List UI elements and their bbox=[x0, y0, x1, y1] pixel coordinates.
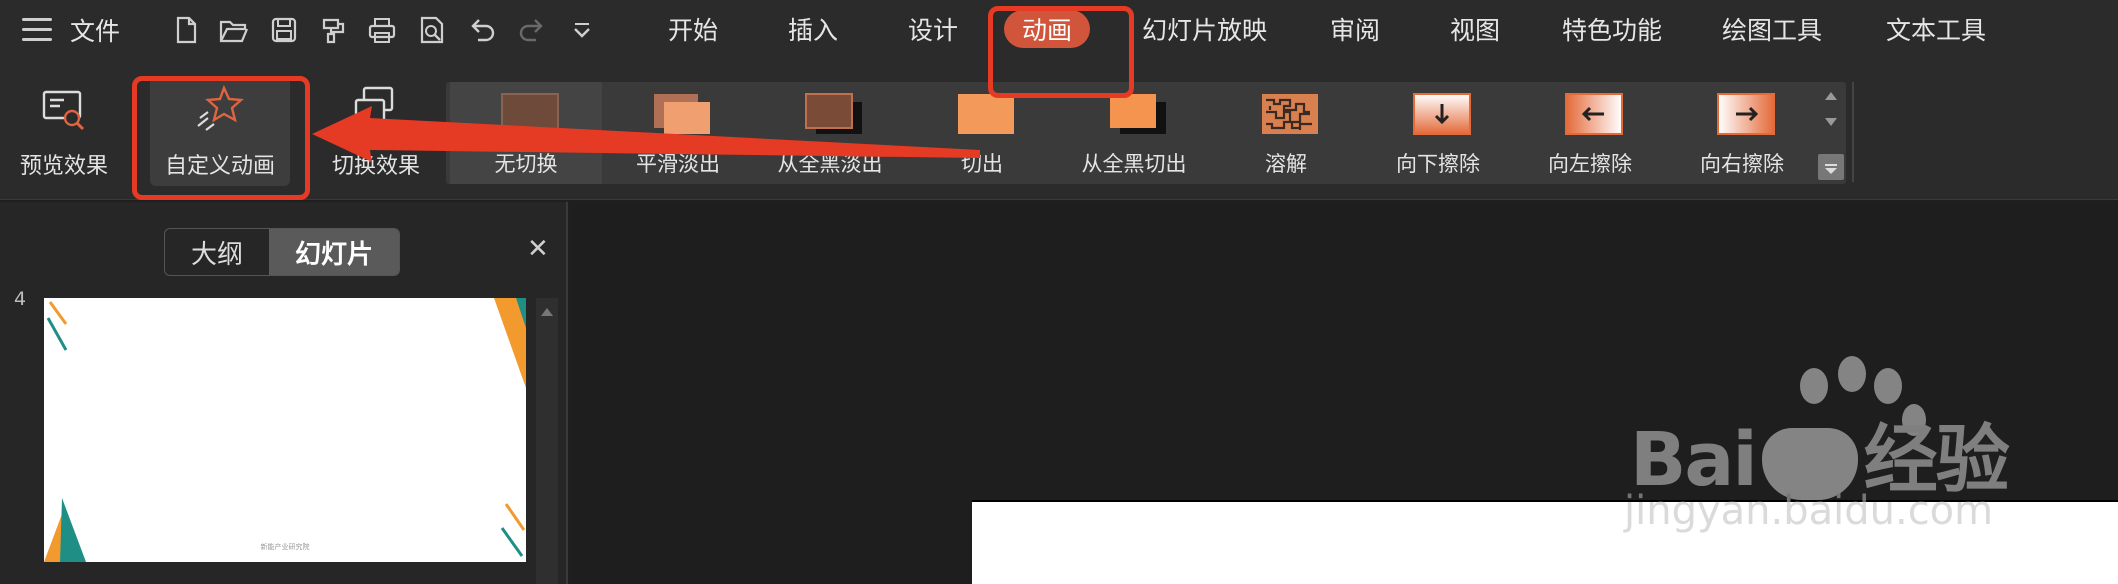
slide-decoration bbox=[44, 298, 526, 562]
slide-footer-text: 新能产业研究院 bbox=[260, 543, 310, 551]
wipe-down-icon bbox=[1413, 93, 1471, 135]
preview-effect-button[interactable]: 预览效果 bbox=[14, 84, 114, 180]
transition-wipe-down[interactable]: 向下擦除 bbox=[1362, 82, 1514, 184]
preview-effect-icon bbox=[38, 84, 90, 136]
transition-fade-black[interactable]: 从全黑淡出 bbox=[754, 82, 906, 184]
transition-wipe-left[interactable]: 向左擦除 bbox=[1514, 82, 1666, 184]
highlight-animation-tab bbox=[988, 6, 1134, 98]
print-icon[interactable] bbox=[366, 14, 398, 46]
print-preview-icon[interactable] bbox=[416, 14, 448, 46]
tab-design[interactable]: 设计 bbox=[908, 11, 958, 47]
panel-scrollbar[interactable] bbox=[536, 298, 558, 584]
slide-number: 4 bbox=[14, 288, 27, 310]
highlight-custom-animation bbox=[132, 76, 310, 200]
transition-effect-label: 切换效果 bbox=[331, 154, 420, 179]
transition-effect-button[interactable]: 切换效果 bbox=[326, 84, 426, 180]
tab-outline[interactable]: 大纲 bbox=[165, 229, 269, 275]
view-toggle: 大纲 幻灯片 bbox=[164, 228, 401, 276]
transition-label: 无切换 bbox=[494, 152, 558, 176]
transition-label: 平滑淡出 bbox=[636, 152, 720, 176]
wipe-right-icon bbox=[1717, 93, 1775, 135]
gallery-expand-button[interactable] bbox=[1818, 154, 1844, 180]
format-painter-icon[interactable] bbox=[318, 14, 350, 46]
transition-gallery: 无切换 平滑淡出 从全黑淡出 切出 从全黑切出 溶解 向下擦除 向左擦除 向右擦… bbox=[446, 82, 1846, 184]
transition-label: 切出 bbox=[961, 152, 1003, 176]
gallery-scroll-up-icon[interactable] bbox=[1825, 92, 1837, 100]
tab-home[interactable]: 开始 bbox=[668, 11, 718, 47]
wipe-left-icon bbox=[1565, 93, 1623, 135]
transition-effect-icon bbox=[350, 84, 402, 136]
transition-wipe-right[interactable]: 向右擦除 bbox=[1666, 82, 1818, 184]
transition-label: 向右擦除 bbox=[1700, 152, 1784, 176]
fade-black-icon bbox=[805, 93, 862, 134]
file-menu[interactable]: 文件 bbox=[70, 12, 120, 48]
close-panel-icon[interactable]: ✕ bbox=[527, 234, 549, 264]
undo-icon[interactable] bbox=[466, 14, 498, 46]
tab-special-features[interactable]: 特色功能 bbox=[1562, 11, 1662, 47]
tab-slideshow[interactable]: 幻灯片放映 bbox=[1142, 11, 1267, 47]
baidu-watermark: Bai 经验 jingyan.baidu.com bbox=[1624, 356, 2024, 536]
transition-label: 溶解 bbox=[1265, 152, 1307, 176]
customize-dropdown-icon[interactable] bbox=[566, 14, 598, 46]
watermark-url: jingyan.baidu.com bbox=[1624, 488, 1994, 534]
scroll-up-icon[interactable] bbox=[541, 308, 553, 316]
slides-panel: 大纲 幻灯片 ✕ 4 新能产业研究院 bbox=[0, 202, 568, 584]
transition-fade-smooth[interactable]: 平滑淡出 bbox=[602, 82, 754, 184]
save-icon[interactable] bbox=[268, 14, 300, 46]
new-doc-icon[interactable] bbox=[170, 14, 202, 46]
transition-label: 向左擦除 bbox=[1548, 152, 1632, 176]
transition-label: 从全黑淡出 bbox=[777, 152, 883, 176]
hamburger-menu-icon[interactable] bbox=[22, 18, 52, 42]
transition-label: 从全黑切出 bbox=[1081, 152, 1187, 176]
cut-black-icon bbox=[1110, 94, 1166, 134]
preview-effect-label: 预览效果 bbox=[19, 154, 108, 179]
fade-smooth-icon bbox=[654, 94, 710, 134]
tab-text-tools[interactable]: 文本工具 bbox=[1886, 11, 1986, 47]
transition-dissolve[interactable]: 溶解 bbox=[1210, 82, 1362, 184]
slide-thumbnail[interactable]: 新能产业研究院 bbox=[44, 298, 526, 562]
tab-review[interactable]: 审阅 bbox=[1330, 11, 1380, 47]
tab-drawing-tools[interactable]: 绘图工具 bbox=[1722, 11, 1822, 47]
cut-icon bbox=[958, 94, 1014, 134]
no-transition-icon bbox=[501, 93, 559, 135]
tab-slides[interactable]: 幻灯片 bbox=[269, 229, 400, 275]
open-folder-icon[interactable] bbox=[218, 14, 250, 46]
redo-icon[interactable] bbox=[516, 14, 548, 46]
ribbon-divider bbox=[1852, 82, 1854, 182]
gallery-scroll bbox=[1816, 82, 1846, 184]
transition-none[interactable]: 无切换 bbox=[450, 82, 602, 184]
tab-view[interactable]: 视图 bbox=[1450, 11, 1500, 47]
gallery-scroll-down-icon[interactable] bbox=[1825, 118, 1837, 126]
transition-label: 向下擦除 bbox=[1396, 152, 1480, 176]
tab-insert[interactable]: 插入 bbox=[788, 11, 838, 47]
dissolve-icon bbox=[1262, 94, 1318, 134]
